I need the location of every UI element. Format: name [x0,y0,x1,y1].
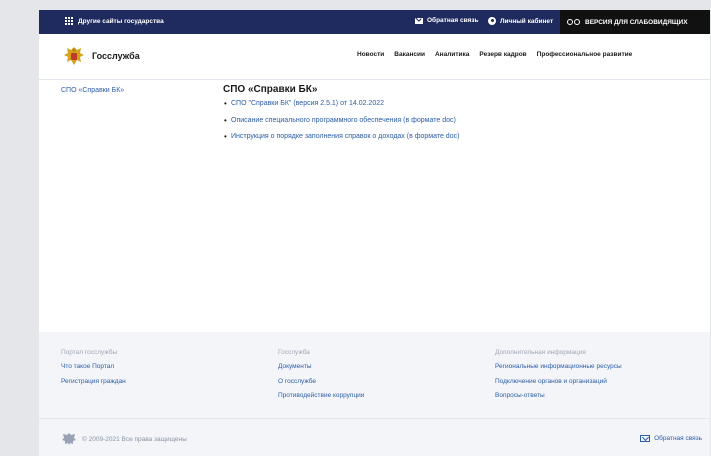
main-content: СПО «Справки БК» СПО "Справки БК" (верси… [223,84,459,150]
footer-link-regional[interactable]: Региональные информационные ресурсы [495,363,622,370]
download-link-instruction[interactable]: Инструкция о порядке заполнения справок … [223,132,459,141]
footer-col-portal: Портал госслужбы Что такое Портал Регист… [61,349,126,392]
footer-heading: Госслужба [278,349,310,356]
logo-text: Госслужба [92,51,140,61]
coat-of-arms-icon [64,47,84,65]
top-feedback-link[interactable]: Обратная связь [415,17,479,24]
page-title: СПО «Справки БК» [223,84,318,95]
nav-analytics[interactable]: Аналитика [435,51,469,58]
top-feedback-label: Обратная связь [427,17,479,24]
footer-link-faq[interactable]: Вопросы-ответы [495,392,622,399]
download-list: СПО "Справки БК" (версия 2.5.1) от 14.02… [223,99,459,141]
main-nav: Новости Вакансии Аналитика Резерв кадров… [357,51,632,58]
cabinet-link[interactable]: Личный кабинет [488,17,553,25]
nav-vacancies[interactable]: Вакансии [394,51,425,58]
header: Госслужба Новости Вакансии Аналитика Рез… [39,34,710,80]
footer-feedback-label: Обратная связь [654,435,702,442]
footer-link-about-portal[interactable]: Что такое Портал [61,363,126,370]
nav-news[interactable]: Новости [357,51,384,58]
mail-icon [640,435,651,442]
footer-link-about-service[interactable]: О госслужбе [278,378,364,385]
footer-link-anticorruption[interactable]: Противодействие коррупции [278,392,364,399]
logo-link[interactable]: Госслужба [63,45,140,67]
copyright: © 2009-2021 Все права защищены [61,432,187,446]
footer-bottom: © 2009-2021 Все права защищены Обратная … [39,418,710,456]
footer-link-registration[interactable]: Регистрация граждан [61,378,126,385]
download-link-spo[interactable]: СПО "Справки БК" (версия 2.5.1) от 14.02… [223,99,459,108]
glasses-icon [567,19,580,25]
nav-reserve[interactable]: Резерв кадров [479,51,526,58]
footer-link-connection[interactable]: Подключение органов и организаций [495,378,622,385]
page: Другие сайты государства Обратная связь … [39,10,710,456]
eagle-icon [62,433,76,445]
other-sites-link[interactable]: Другие сайты государства [65,17,164,25]
footer-col-service: Госслужба Документы О госслужбе Противод… [278,349,364,407]
nav-development[interactable]: Профессиональное развитие [537,51,633,58]
footer-heading: Портал госслужбы [61,349,118,356]
footer-heading: Дополнительная информация [495,349,586,356]
sidebar-item-spravki[interactable]: СПО «Справки БК» [61,87,124,94]
download-link-description[interactable]: Описание специального программного обесп… [223,116,459,125]
footer: Портал госслужбы Что такое Портал Регист… [39,332,710,456]
accessibility-button[interactable]: ВЕРСИЯ ДЛЯ СЛАБОВИДЯЩИХ [560,10,710,34]
footer-col-extra: Дополнительная информация Региональные и… [495,349,622,407]
accessibility-label: ВЕРСИЯ ДЛЯ СЛАБОВИДЯЩИХ [585,18,688,26]
footer-feedback-link[interactable]: Обратная связь [640,435,702,442]
mail-icon [415,17,423,24]
footer-link-documents[interactable]: Документы [278,363,364,370]
grid-icon [65,17,73,25]
copyright-text: © 2009-2021 Все права защищены [82,435,187,443]
other-sites-label: Другие сайты государства [78,17,164,25]
user-icon [488,17,496,25]
cabinet-label: Личный кабинет [500,17,554,25]
top-bar: Другие сайты государства Обратная связь … [39,10,710,34]
